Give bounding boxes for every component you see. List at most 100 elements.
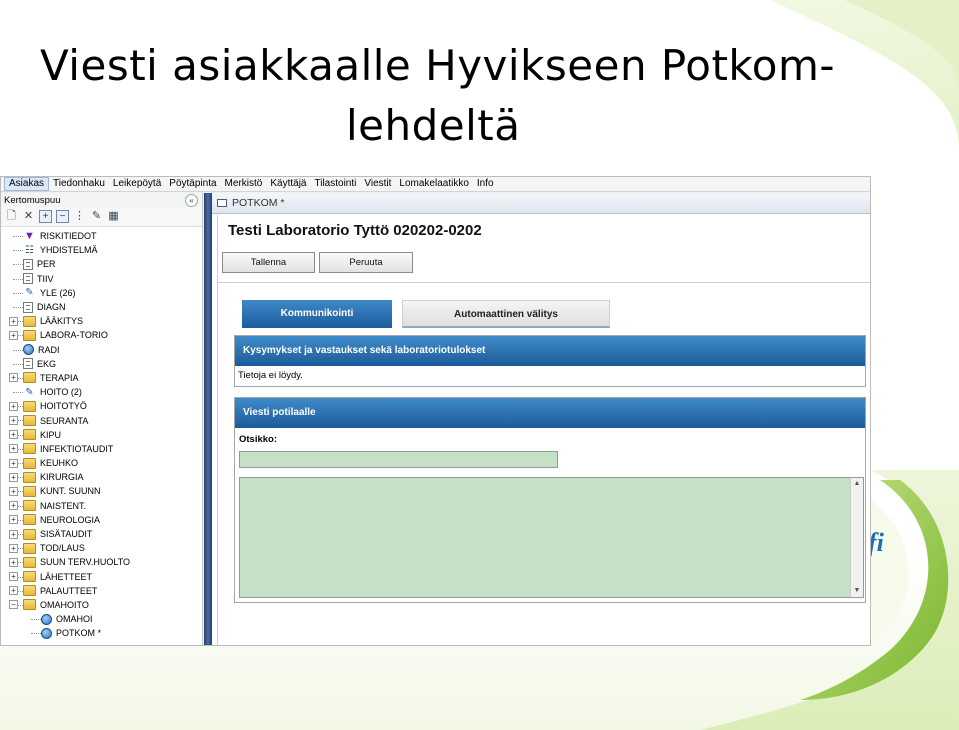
expand-all-icon[interactable]: + [39, 210, 52, 223]
folder-icon [23, 315, 36, 327]
expand-node-icon[interactable]: + [9, 330, 18, 340]
scroll-down-icon[interactable]: ▼ [851, 585, 863, 597]
app-window: Asiakas Tiedonhaku Leikepöytä Pöytäpinta… [0, 176, 871, 646]
tree-item[interactable]: + KUNT. SUUNN [1, 484, 202, 498]
tree-item[interactable]: + PALAUTTEET [1, 584, 202, 598]
tree-item[interactable]: DIAGN [1, 300, 202, 314]
tree-connector [13, 250, 23, 252]
tree-item[interactable]: + KIPU [1, 428, 202, 442]
document-icon [23, 358, 33, 370]
expand-node-icon[interactable]: + [9, 515, 18, 525]
tree-item[interactable]: ✎ HOITO (2) [1, 385, 202, 399]
tree-item[interactable]: PER [1, 257, 202, 271]
collapse-sidebar-button[interactable]: « [185, 193, 198, 207]
expand-node-icon[interactable]: + [9, 486, 18, 496]
menu-item-viestit[interactable]: Viestit [360, 177, 395, 191]
expand-node-icon[interactable]: + [9, 458, 18, 468]
menu-item-info[interactable]: Info [473, 177, 498, 191]
slide-title: Viesti asiakkaalle Hyvikseen Potkom- leh… [0, 36, 959, 156]
tree-item[interactable]: + NAISTENT. [1, 499, 202, 513]
tree-item[interactable]: + LABORA-TORIO [1, 328, 202, 342]
tree-item[interactable]: + SUUN TERV.HUOLTO [1, 555, 202, 569]
tree-item[interactable]: + NEUROLOGIA [1, 513, 202, 527]
expand-node-icon[interactable]: + [9, 316, 18, 326]
expand-node-icon[interactable]: + [9, 557, 18, 567]
tree-item[interactable]: ☷ YHDISTELMÄ [1, 243, 202, 257]
message-textarea[interactable]: ▲ ▼ [239, 477, 864, 598]
menu-item-tiedonhaku[interactable]: Tiedonhaku [49, 177, 109, 191]
expand-node-icon[interactable]: + [9, 472, 18, 482]
document-icon [23, 258, 33, 270]
filter-icon[interactable]: ⋮ [73, 210, 86, 223]
tree-item[interactable]: + LÄÄKITYS [1, 314, 202, 328]
tree-item[interactable]: + TOD/LAUS [1, 541, 202, 555]
expand-node-icon[interactable]: + [9, 444, 18, 454]
expand-node-icon[interactable]: + [9, 572, 18, 582]
collapse-node-icon[interactable]: − [9, 600, 18, 610]
pen-icon: ✎ [25, 287, 34, 299]
tree-item[interactable]: + SEURANTA [1, 413, 202, 427]
splitter-handle[interactable] [204, 193, 212, 645]
tree-item-label: OMAHOITO [40, 599, 89, 610]
tree-item-label: HOITOTYÖ [40, 401, 87, 412]
folder-icon [23, 372, 36, 384]
expand-node-icon[interactable]: + [9, 586, 18, 596]
expand-node-icon[interactable]: + [9, 373, 18, 383]
tree-item-label: INFEKTIOTAUDIT [40, 443, 114, 454]
menu-item-merkisto[interactable]: Merkistö [221, 177, 267, 191]
tree-item[interactable]: OMAHOI [1, 612, 202, 626]
document-icon [23, 301, 33, 313]
tree-item[interactable]: + KIRURGIA [1, 470, 202, 484]
tab-automaattinen-valitys[interactable]: Automaattinen välitys [402, 300, 610, 328]
tree-item[interactable]: + KEUHKO [1, 456, 202, 470]
window-icon [217, 199, 227, 207]
textarea-scrollbar[interactable]: ▲ ▼ [850, 478, 863, 597]
tree-item[interactable]: EKG [1, 357, 202, 371]
tree-item-label: NEUROLOGIA [40, 514, 101, 525]
document-tab[interactable]: POTKOM * [212, 193, 870, 214]
menu-item-poytapinta[interactable]: Pöytäpinta [165, 177, 220, 191]
tree-item[interactable]: + HOITOTYÖ [1, 399, 202, 413]
tree-item[interactable]: + TERAPIA [1, 371, 202, 385]
message-panel: Viesti potilaalle Otsikko: ▲ ▼ [234, 397, 866, 603]
menu-item-lomakelaatikko[interactable]: Lomakelaatikko [395, 177, 472, 191]
delete-icon[interactable]: ✕ [22, 210, 35, 223]
tree-item[interactable]: + LÄHETTEET [1, 570, 202, 584]
menu-item-asiakas[interactable]: Asiakas [4, 177, 50, 191]
new-document-icon[interactable]: 🗋 [5, 210, 18, 223]
folder-icon [23, 542, 36, 554]
menu-item-kayttaja[interactable]: Käyttäjä [266, 177, 310, 191]
expand-node-icon[interactable]: + [9, 501, 18, 511]
subject-input[interactable] [239, 451, 558, 468]
expand-node-icon[interactable]: + [9, 430, 18, 440]
tab-kommunikointi[interactable]: Kommunikointi [242, 300, 392, 328]
tree-item[interactable]: ▼ RISKITIEDOT [1, 229, 202, 243]
expand-node-icon[interactable]: + [9, 543, 18, 553]
tree-item[interactable]: − OMAHOITO [1, 598, 202, 612]
tree-item-label: LÄHETTEET [40, 571, 93, 582]
tree-item-label: TIIV [37, 273, 54, 284]
sidebar-title: Kertomuspuu [4, 194, 61, 206]
cancel-button[interactable]: Peruuta [319, 252, 413, 273]
scroll-up-icon[interactable]: ▲ [851, 478, 863, 490]
save-button[interactable]: Tallenna [222, 252, 315, 273]
tree-item[interactable]: ✎ YLE (26) [1, 286, 202, 300]
menu-item-tilastointi[interactable]: Tilastointi [310, 177, 360, 191]
folder-icon [23, 599, 36, 611]
grid-view-icon[interactable]: ▦ [107, 210, 120, 223]
tree-item[interactable]: POTKOM * [1, 626, 202, 640]
expand-node-icon[interactable]: + [9, 401, 18, 411]
expand-node-icon[interactable]: + [9, 416, 18, 426]
tree-item-label: OMAHOI [56, 614, 93, 625]
tree-item-label: SISÄTAUDIT [40, 529, 93, 540]
tree-item[interactable]: TIIV [1, 272, 202, 286]
tree-item[interactable]: RADI [1, 343, 202, 357]
divider [218, 282, 870, 283]
expand-node-icon[interactable]: + [9, 529, 18, 539]
tree-item[interactable]: + SISÄTAUDIT [1, 527, 202, 541]
tree-item-label: TERAPIA [40, 372, 79, 383]
tools-icon[interactable]: ✎ [90, 210, 103, 223]
collapse-all-icon[interactable]: − [56, 210, 69, 223]
tree-item[interactable]: + INFEKTIOTAUDIT [1, 442, 202, 456]
menu-item-leikepoyta[interactable]: Leikepöytä [109, 177, 165, 191]
